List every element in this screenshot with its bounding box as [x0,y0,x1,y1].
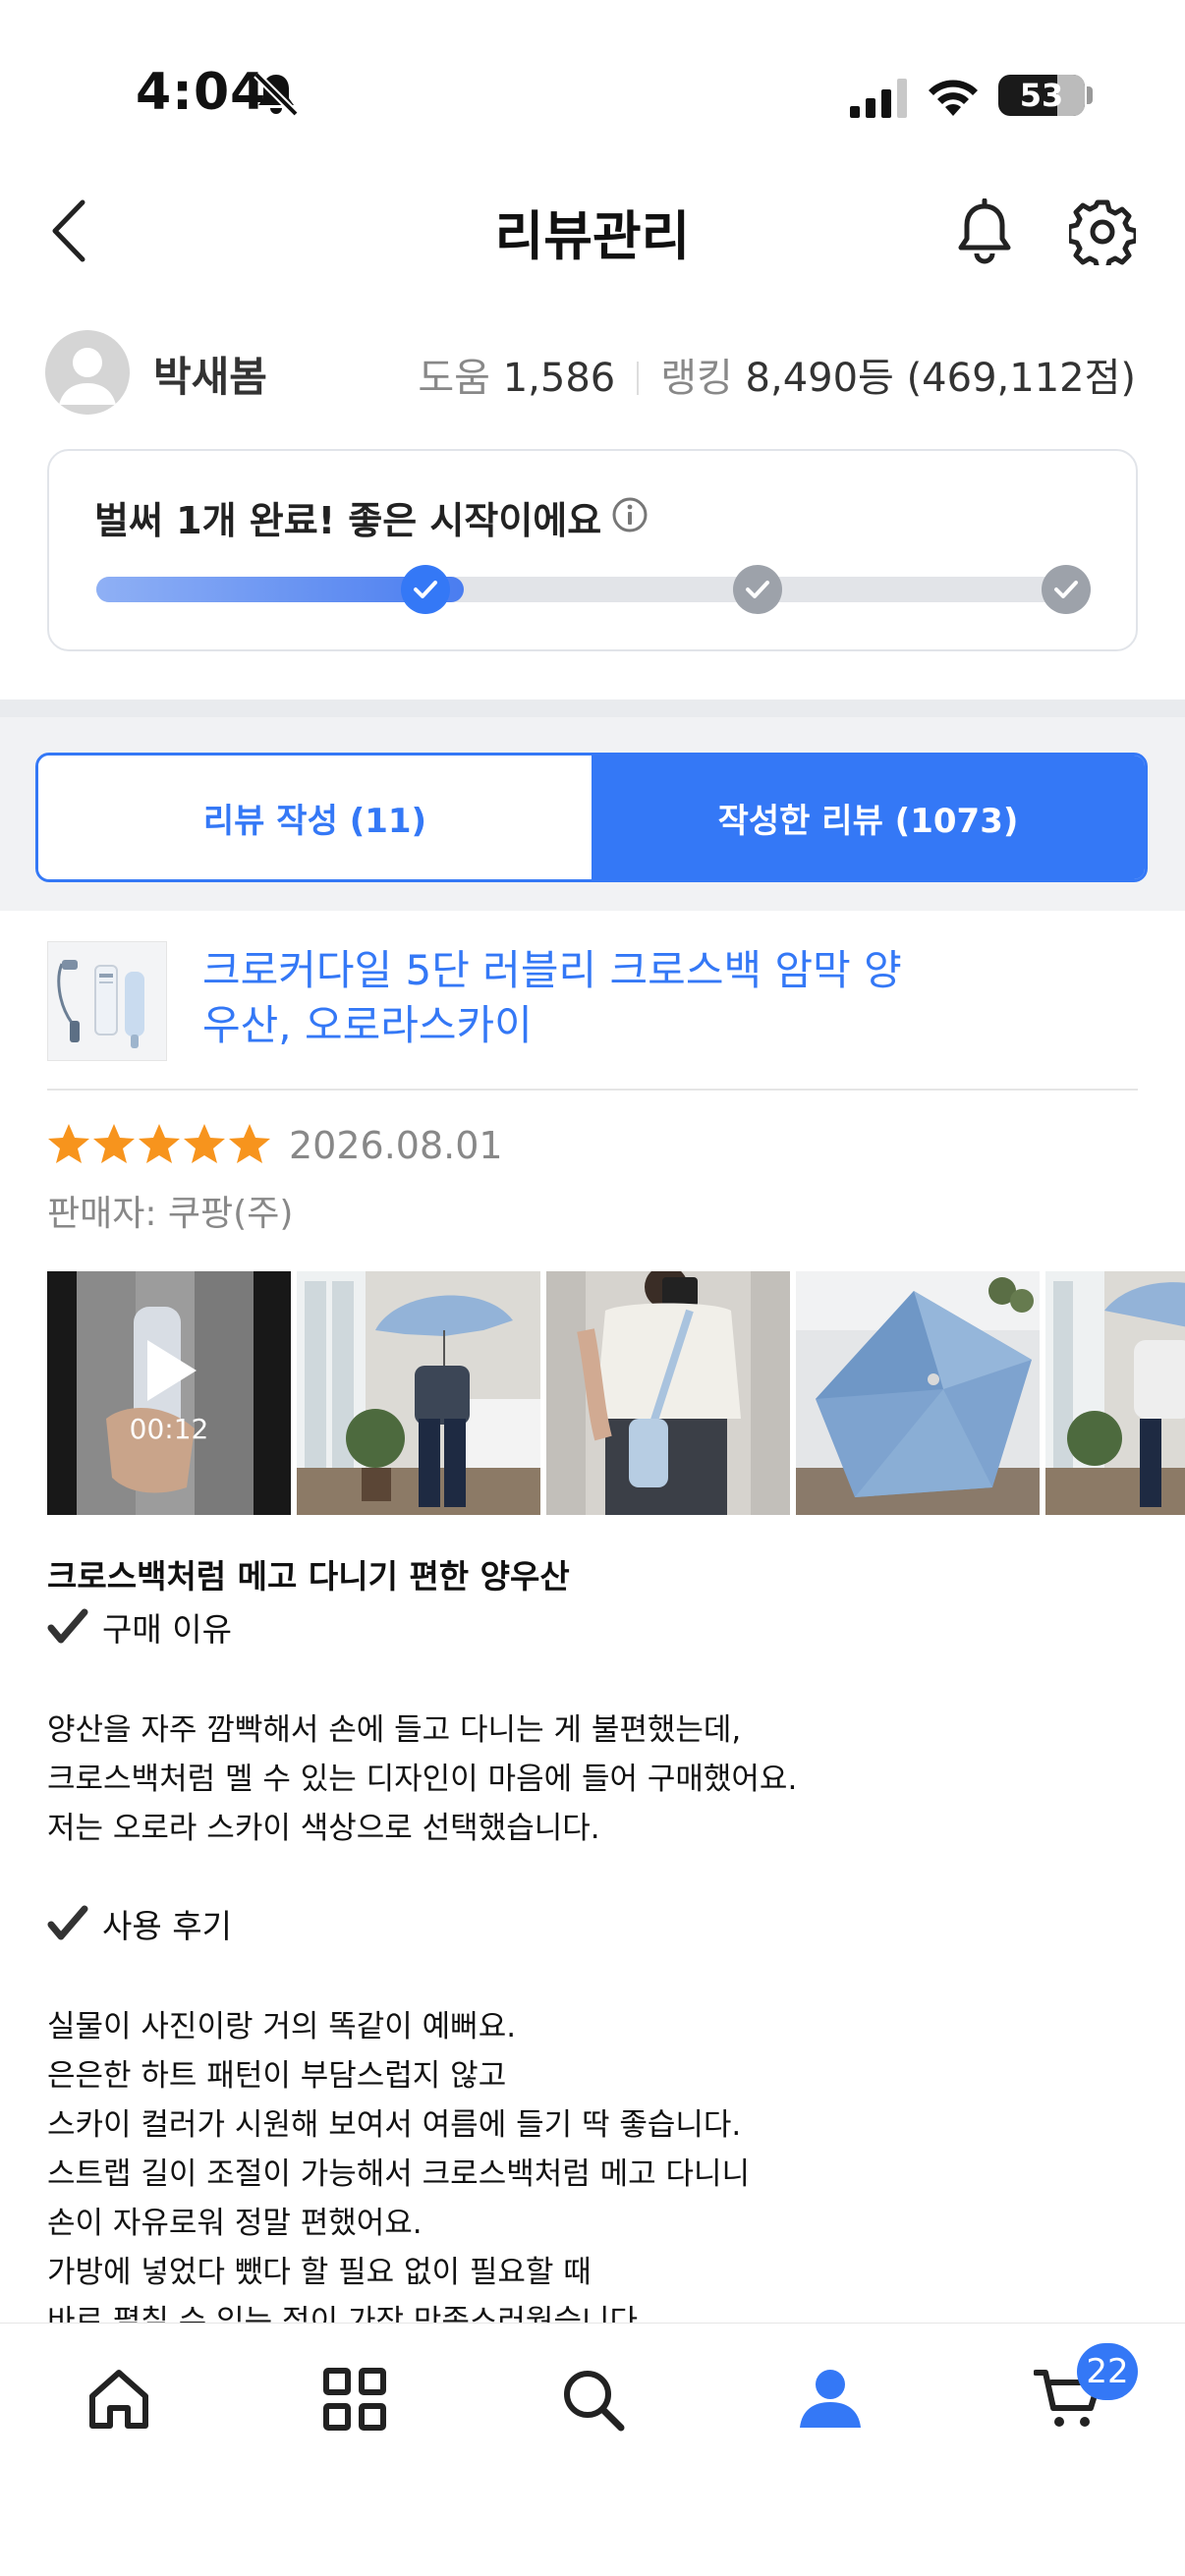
home-icon[interactable] [85,2365,153,2434]
review-line: 스카이 컬러가 시원해 보여서 여름에 들기 딱 좋습니다. [47,2107,742,2143]
review-line: 양산을 자주 깜빡해서 손에 들고 다니는 게 불편했는데, [47,1712,742,1748]
settings-gear-icon[interactable] [1069,198,1136,265]
section-heading-text: 구매 이유 [102,1610,232,1649]
progress-message: 벌써 1개 완료! 좋은 시작이에요 [94,499,602,542]
review-photo-2[interactable] [546,1271,790,1515]
cellular-signal-icon [850,79,907,118]
review-line: 크로스백처럼 멜 수 있는 디자인이 마음에 들어 구매했어요. [47,1762,798,1797]
user-stats: 도움 1,586 랭킹 8,490등 (469,112점) [418,346,1136,403]
progress-step-1 [401,565,450,614]
wifi-icon [929,80,978,116]
section-heading-usage: 사용 후기 [47,1900,232,1947]
notification-bell-icon[interactable] [953,198,1016,267]
review-line: 손이 자유로워 정말 편했어요. [47,2206,423,2241]
bottom-navigation: 22 [0,2323,1185,2576]
star-icon [139,1124,180,1163]
cart-count-badge: 22 [1077,2343,1138,2400]
user-name: 박새봄 [153,353,267,401]
star-rating [47,1122,273,1169]
battery-indicator: 53 [998,75,1085,116]
category-icon[interactable] [320,2365,389,2434]
review-media-strip: 00:12 [47,1271,1185,1515]
review-photo-4[interactable] [1045,1271,1185,1515]
review-line: 스트랩 길이 조절이 가능해서 크로스백처럼 메고 다니니 [47,2156,751,2192]
review-line: 실물이 사진이랑 거의 똑같이 예뻐요. [47,2009,517,2044]
section-heading-reason: 구매 이유 [47,1603,232,1651]
review-title: 크로스백처럼 메고 다니기 편한 양우산 [47,1557,570,1596]
product-name-link[interactable]: 크로커다일 5단 러블리 크로스백 암막 양우산, 오로라스카이 [202,943,910,1053]
my-page-icon[interactable] [796,2365,865,2434]
review-line: 가방에 넣었다 뺐다 할 필요 없이 필요할 때 [47,2255,592,2290]
star-icon [93,1124,135,1163]
section-heading-text: 사용 후기 [102,1907,232,1945]
video-duration: 00:12 [129,1413,209,1445]
progress-step-3 [1042,565,1091,614]
search-icon[interactable] [558,2365,627,2434]
info-icon[interactable] [611,496,649,533]
status-time: 4:04 [136,63,267,122]
avatar [45,330,130,415]
review-progress-card: 벌써 1개 완료! 좋은 시작이에요 [47,449,1138,651]
tab-write-review[interactable]: 리뷰 작성 (11) [38,756,592,879]
progress-step-2 [733,565,782,614]
checkmark-icon [47,1905,88,1940]
battery-level: 53 [1019,77,1064,114]
review-date: 2026.08.01 [289,1124,503,1167]
tab-written-reviews[interactable]: 작성한 리뷰 (1073) [592,756,1145,879]
rank-value: 8,490등 (469,112점) [745,356,1136,401]
checkmark-icon [47,1608,88,1644]
review-paragraph-usage: 실물이 사진이랑 거의 똑같이 예뻐요. 은은한 하트 패턴이 부담스럽지 않고… [47,2002,750,2346]
rank-label: 랭킹 [660,356,733,401]
review-line: 저는 오로라 스카이 색상으로 선택했습니다. [47,1811,600,1846]
seller-info: 판매자: 쿠팡(주) [47,1194,294,1234]
help-label: 도움 [418,356,490,401]
star-icon [229,1124,270,1163]
star-icon [48,1124,89,1163]
progress-track [96,565,1091,614]
review-tabs: 리뷰 작성 (11) 작성한 리뷰 (1073) [35,753,1148,882]
review-video[interactable]: 00:12 [47,1271,291,1515]
review-line: 은은한 하트 패턴이 부담스럽지 않고 [47,2058,507,2094]
review-paragraph-reason: 양산을 자주 깜빡해서 손에 들고 다니는 게 불편했는데, 크로스백처럼 멜 … [47,1706,797,1853]
help-count: 1,586 [502,356,616,401]
divider [47,1089,1138,1091]
product-thumbnail[interactable] [47,941,167,1061]
review-photo-1[interactable] [297,1271,540,1515]
bell-off-icon [254,72,299,117]
play-icon[interactable] [141,1336,200,1405]
status-bar: 4:04 53 [0,0,1185,167]
review-photo-3[interactable] [796,1271,1040,1515]
star-icon [184,1124,225,1163]
